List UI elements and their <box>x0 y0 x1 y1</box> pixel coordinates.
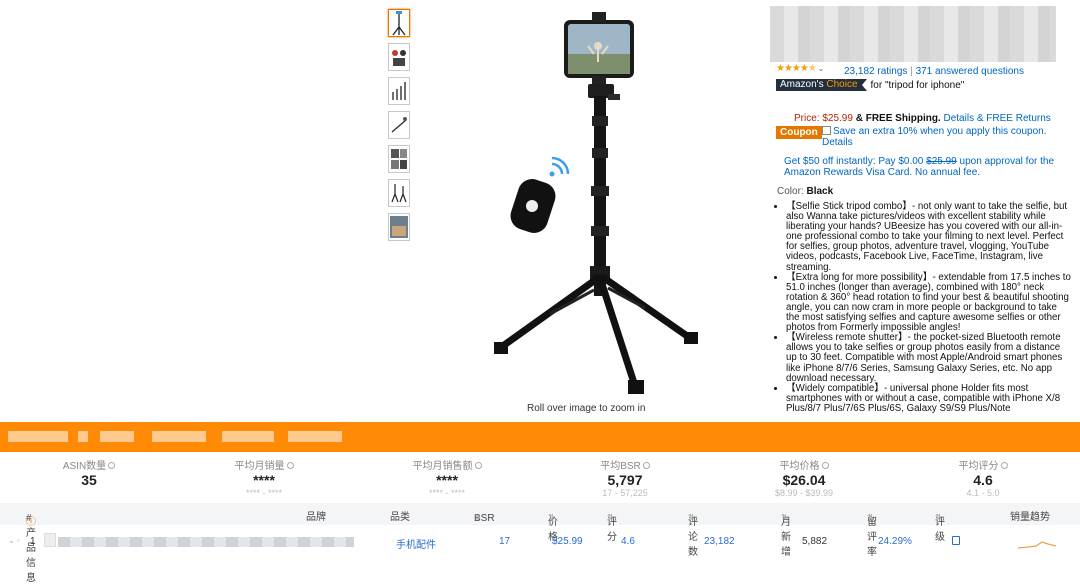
row-rating: 4.6 <box>621 536 635 547</box>
feature-bullets: 【Selfie Stick tripod combo】- not only wa… <box>775 201 1073 414</box>
table-header: # 产品信息 ⓘ 品牌 品类 BSR ⇅ 价格 ⇅ 评分 ⇅ 评论数 ⇅ 月新增… <box>0 503 1080 584</box>
row-price: $25.99 <box>552 536 583 547</box>
thumbnail-2[interactable] <box>388 43 410 71</box>
blurred-label <box>288 431 342 442</box>
row-reviews[interactable]: 23,182 <box>704 536 735 547</box>
thumbnail-strip <box>388 9 410 247</box>
blurred-label <box>78 431 88 442</box>
grade-icon[interactable] <box>952 536 960 545</box>
stat-avg-monthly-sales: 平均月销量 **** **** - **** <box>189 457 339 498</box>
product-image[interactable] <box>470 8 710 398</box>
bullet-item: 【Wireless remote shutter】- the pocket-si… <box>786 333 1073 384</box>
coupon-details-link[interactable]: Details <box>822 137 853 148</box>
details-link[interactable]: Details <box>944 113 975 124</box>
thumbnail-6[interactable] <box>388 179 410 207</box>
price-row: Price: $25.99 & FREE Shipping. Details &… <box>794 113 1051 124</box>
coupon-badge: Coupon <box>776 126 822 139</box>
thumbnail-1[interactable] <box>388 9 410 37</box>
help-icon[interactable] <box>821 462 829 469</box>
visa-offer[interactable]: Get $50 off instantly: Pay $0.00 $25.99 … <box>784 156 1064 178</box>
bullet-item: 【Selfie Stick tripod combo】- not only wa… <box>786 201 1073 273</box>
ratings-count-link[interactable]: 23,182 ratings <box>844 66 907 77</box>
thumbnail-3[interactable] <box>388 77 410 105</box>
help-icon[interactable] <box>108 462 116 469</box>
help-icon[interactable] <box>642 462 650 469</box>
help-icon[interactable] <box>1000 462 1008 469</box>
table-row[interactable]: ⌄ ◦ 1 手机配件 17 $25.99 4.6 23,182 5,882 24… <box>0 530 1080 552</box>
product-title-blurred <box>770 6 1056 62</box>
free-shipping-text: & FREE Shipping. <box>855 113 941 124</box>
stat-asin-count: ASIN数量 35 <box>14 457 164 488</box>
stat-avg-rating: 平均评分 4.6 4.1 - 5.0 <box>908 457 1058 498</box>
amazons-choice-badge: Amazon's Choice for "tripod for iphone" <box>776 79 964 91</box>
thumbnail-5[interactable] <box>388 145 410 173</box>
stat-avg-monthly-revenue: 平均月销售额 **** **** - **** <box>372 457 522 498</box>
price-value: $25.99 <box>822 113 853 124</box>
stat-avg-bsr: 平均BSR 5,797 17 - 57,225 <box>550 457 700 498</box>
col-sales-trend[interactable]: 销量趋势 <box>1010 508 1050 523</box>
rating-stars-icon[interactable]: ★★★★★ ⌄ <box>776 63 824 74</box>
bullet-item: 【Widely compatible】- universal phone Hol… <box>786 383 1073 414</box>
badge-for-text: for "tripod for iphone" <box>870 79 965 91</box>
product-title-blurred[interactable] <box>58 537 354 547</box>
product-thumbnail[interactable] <box>44 533 56 547</box>
col-category[interactable]: 品类 <box>390 508 410 523</box>
zoom-hint: Roll over image to zoom in <box>527 403 646 414</box>
blurred-label <box>222 431 274 442</box>
thumbnail-4[interactable] <box>388 111 410 139</box>
plugin-header-bar <box>0 422 1080 452</box>
free-returns-link[interactable]: & FREE Returns <box>977 113 1051 124</box>
expand-icon[interactable]: ⌄ ◦ <box>8 536 20 545</box>
bullet-item: 【Extra long for more possibility】- exten… <box>786 272 1073 334</box>
thumbnail-7[interactable] <box>388 213 410 241</box>
color-row: Color: Black <box>777 186 834 197</box>
sales-trend-sparkline[interactable] <box>1018 534 1056 550</box>
help-icon[interactable] <box>286 462 294 469</box>
row-index: 1 <box>30 536 36 547</box>
row-review-rate: 24.29% <box>878 536 912 547</box>
color-value: Black <box>806 186 834 197</box>
row-bsr[interactable]: 17 <box>499 536 510 547</box>
ratings-row: 23,182 ratings | 371 answered questions <box>844 66 1024 77</box>
row-category-link[interactable]: 手机配件 <box>396 536 436 551</box>
col-brand[interactable]: 品牌 <box>306 508 326 523</box>
blurred-label <box>152 431 206 442</box>
row-monthly-new: 5,882 <box>802 536 828 547</box>
coupon-checkbox[interactable] <box>822 126 831 135</box>
blurred-label <box>8 431 68 442</box>
help-icon[interactable] <box>474 462 482 469</box>
blurred-label <box>100 431 134 442</box>
coupon-row: Save an extra 10% when you apply this co… <box>822 126 1072 148</box>
stat-avg-price: 平均价格 $26.04 $8.99 - $39.99 <box>774 461 834 498</box>
coupon-text[interactable]: Save an extra 10% when you apply this co… <box>833 126 1046 137</box>
price-label: Price: <box>794 113 820 124</box>
answered-questions-link[interactable]: 371 answered questions <box>916 66 1024 77</box>
